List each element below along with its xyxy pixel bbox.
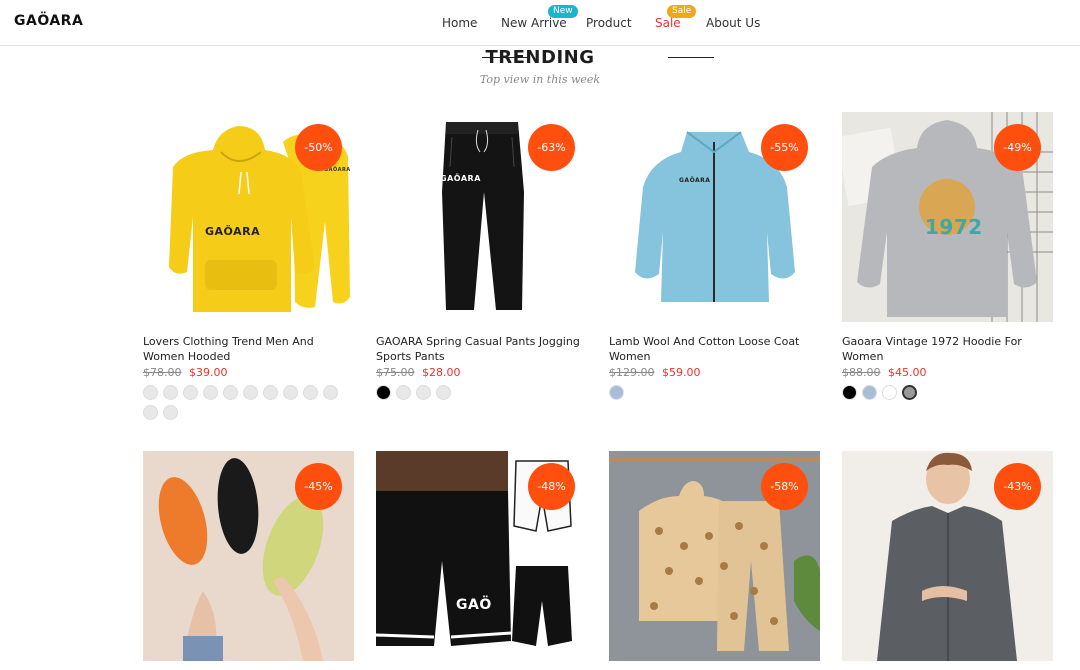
color-swatch[interactable] [283, 385, 298, 400]
discount-badge: -55% [761, 124, 808, 171]
sale-price: $28.00 [422, 366, 461, 379]
color-swatch[interactable] [842, 385, 857, 400]
site-header: GAÖARA Home New Arrive New Product Sale … [0, 0, 1080, 46]
product-image[interactable]: 1972 -49% [842, 112, 1053, 322]
discount-badge: -49% [994, 124, 1041, 171]
discount-badge: -45% [295, 463, 342, 510]
color-swatch[interactable] [436, 385, 451, 400]
discount-badge: -58% [761, 463, 808, 510]
product-card[interactable]: -58% [609, 451, 820, 661]
nav-about-us[interactable]: About Us [706, 16, 760, 30]
product-prices: $75.00 $28.00 [376, 366, 587, 379]
original-price: $129.00 [609, 366, 655, 379]
product-name[interactable]: Lamb Wool And Cotton Loose Coat Women [609, 334, 820, 364]
original-price: $75.00 [376, 366, 415, 379]
product-name[interactable]: Gaoara Vintage 1972 Hoodie For Women [842, 334, 1053, 364]
original-price: $78.00 [143, 366, 182, 379]
product-print: GAÖARA [679, 177, 711, 184]
sale-price: $45.00 [888, 366, 927, 379]
sale-price: $39.00 [189, 366, 228, 379]
sale-price: $59.00 [662, 366, 701, 379]
color-swatch[interactable] [243, 385, 258, 400]
color-swatch[interactable] [376, 385, 391, 400]
product-print: GAÖARA [205, 225, 261, 238]
product-prices: $88.00 $45.00 [842, 366, 1053, 379]
product-card[interactable]: GAÖARA -63% GAOARA Spring Casual Pants J… [376, 112, 587, 400]
product-print: 1972 [925, 215, 983, 239]
color-swatch[interactable] [416, 385, 431, 400]
color-swatches [143, 385, 354, 420]
color-swatch[interactable] [183, 385, 198, 400]
color-swatch[interactable] [263, 385, 278, 400]
product-image[interactable]: GAÖARA -63% [376, 112, 587, 322]
product-image[interactable]: GAÖ -48% [376, 451, 587, 661]
color-swatch[interactable] [163, 385, 178, 400]
color-swatches [609, 385, 820, 400]
section-title: TRENDING [485, 47, 595, 68]
color-swatch[interactable] [609, 385, 624, 400]
color-swatches [842, 385, 1053, 400]
product-card[interactable]: GAÖ -48% [376, 451, 587, 661]
product-card[interactable]: GAÖARA -55% Lamb Wool And Cotton Loose C… [609, 112, 820, 400]
color-swatch[interactable] [143, 385, 158, 400]
product-card[interactable]: 1972 -49% Gaoara Vintage 1972 Hoodie For… [842, 112, 1053, 400]
nav-home[interactable]: Home [442, 16, 477, 30]
product-name[interactable]: GAOARA Spring Casual Pants Jogging Sport… [376, 334, 587, 364]
discount-badge: -43% [994, 463, 1041, 510]
product-card[interactable]: GAÖARA GAÖARA -50% Lovers Clothing Trend… [143, 112, 354, 420]
color-swatch[interactable] [143, 405, 158, 420]
discount-badge: -63% [528, 124, 575, 171]
product-image[interactable]: -45% [143, 451, 354, 661]
new-badge: New [548, 5, 578, 18]
product-image[interactable]: GAÖARA -55% [609, 112, 820, 322]
color-swatch[interactable] [902, 385, 917, 400]
nav-new-arrive-label: New Arrive [501, 16, 567, 30]
nav-sale-label: Sale [655, 16, 681, 30]
discount-badge: -50% [295, 124, 342, 171]
color-swatch[interactable] [323, 385, 338, 400]
nav-sale[interactable]: Sale Sale [655, 5, 697, 30]
title-divider-right [668, 57, 714, 58]
nav-product[interactable]: Product [586, 16, 632, 30]
product-image[interactable]: -58% [609, 451, 820, 661]
product-print: GAÖARA [440, 174, 481, 183]
original-price: $88.00 [842, 366, 881, 379]
color-swatch[interactable] [396, 385, 411, 400]
product-card[interactable]: -43% [842, 451, 1053, 661]
color-swatch[interactable] [203, 385, 218, 400]
product-card[interactable]: -45% [143, 451, 354, 661]
product-name[interactable]: Lovers Clothing Trend Men And Women Hood… [143, 334, 354, 364]
color-swatches [376, 385, 587, 400]
product-image[interactable]: -43% [842, 451, 1053, 661]
product-image[interactable]: GAÖARA GAÖARA -50% [143, 112, 354, 322]
section-subtitle: Top view in this week [479, 73, 601, 86]
color-swatch[interactable] [882, 385, 897, 400]
nav-new-arrive[interactable]: New Arrive New [501, 5, 578, 30]
discount-badge: -48% [528, 463, 575, 510]
color-swatch[interactable] [223, 385, 238, 400]
product-prices: $129.00 $59.00 [609, 366, 820, 379]
color-swatch[interactable] [303, 385, 318, 400]
product-print: GAÖ [456, 597, 492, 613]
site-logo[interactable]: GAÖARA [14, 13, 83, 29]
sale-badge: Sale [667, 5, 697, 18]
product-prices: $78.00 $39.00 [143, 366, 354, 379]
color-swatch[interactable] [163, 405, 178, 420]
color-swatch[interactable] [862, 385, 877, 400]
